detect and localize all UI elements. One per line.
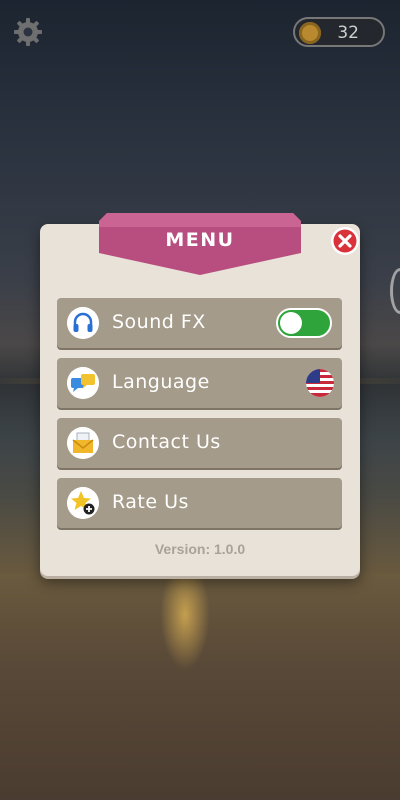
headphones-icon	[67, 307, 99, 339]
coin-count: 32	[337, 23, 359, 43]
menu-item-language[interactable]: Language	[57, 358, 342, 408]
menu-title: MENU	[165, 229, 235, 251]
toggle-knob	[280, 312, 302, 334]
us-flag-icon	[306, 369, 334, 397]
chat-bubbles-icon	[67, 367, 99, 399]
coin-icon	[299, 22, 321, 44]
menu-item-contact-us[interactable]: Contact Us	[57, 418, 342, 468]
mail-icon	[67, 427, 99, 459]
star-plus-icon	[67, 487, 99, 519]
version-text: Version: 1.0.0	[154, 541, 246, 557]
language-label: Language	[112, 371, 210, 393]
contact-us-label: Contact Us	[112, 431, 221, 453]
close-icon[interactable]	[330, 226, 360, 256]
sun-reflection	[160, 560, 210, 670]
coin-counter: 32	[293, 17, 385, 47]
menu-item-sound-fx: Sound FX	[57, 298, 342, 348]
sound-fx-toggle[interactable]	[276, 308, 332, 338]
sound-fx-label: Sound FX	[112, 311, 206, 333]
gear-icon[interactable]	[12, 16, 44, 48]
menu-item-rate-us[interactable]: Rate Us	[57, 478, 342, 528]
rate-us-label: Rate Us	[112, 491, 189, 513]
